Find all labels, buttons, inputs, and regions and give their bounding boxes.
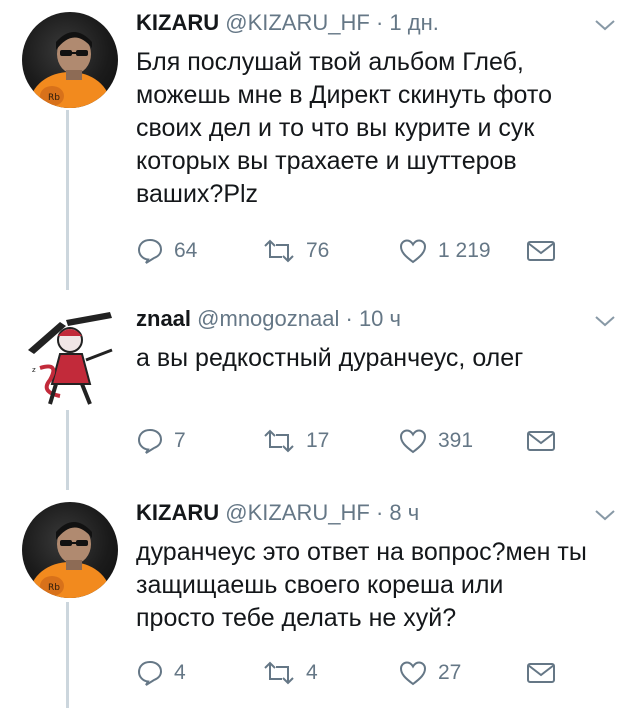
tweet-text-line: ваших?Plz [136, 180, 259, 208]
svg-text:z: z [32, 366, 36, 374]
user-handle[interactable]: @mnogoznaal [197, 306, 339, 331]
chevron-down-icon[interactable] [594, 314, 616, 328]
reply-count: 64 [174, 239, 198, 262]
retweet-icon [264, 429, 294, 453]
like-count: 1 219 [438, 239, 491, 262]
tweet-header: KIZARU @KIZARU_HF · 1 дн. [136, 10, 439, 36]
display-name[interactable]: znaal [136, 306, 191, 331]
tweet-text-line: можешь мне в Директ скинуть фото [136, 81, 552, 109]
reply-button[interactable]: 64 [136, 236, 197, 266]
tweet[interactable]: z znaal @mnogoznaal · 10 ч а вы редкостн… [0, 304, 640, 474]
retweet-button[interactable]: 76 [262, 236, 329, 266]
reply-button[interactable]: 7 [136, 426, 186, 456]
tweet-header: KIZARU @KIZARU_HF · 8 ч [136, 500, 419, 526]
separator: · [345, 306, 353, 331]
svg-text:Rb: Rb [48, 93, 60, 103]
retweet-count: 17 [306, 429, 330, 452]
tweet-text-line: просто тебе делать не хуй? [136, 604, 457, 632]
retweet-icon [264, 239, 294, 263]
like-count: 27 [438, 661, 462, 684]
like-count: 391 [438, 429, 474, 452]
timestamp[interactable]: 8 ч [389, 500, 419, 525]
tweet-text-line: защищаешь своего кореша или [136, 571, 504, 599]
tweet-text-line: своих дел и то что вы курите и сук [136, 114, 535, 142]
reply-icon [137, 428, 163, 454]
tweet-text: дуранчеус это ответ на вопрос?мен ты защ… [136, 536, 587, 635]
user-handle[interactable]: @KIZARU_HF [225, 500, 370, 525]
heart-icon [399, 239, 427, 264]
like-button[interactable]: 391 [398, 426, 473, 456]
svg-text:Rb: Rb [48, 583, 60, 593]
envelope-icon [527, 431, 555, 451]
reply-count: 7 [174, 429, 186, 452]
tweet-actions: 7 17 391 [136, 426, 576, 456]
tweet[interactable]: Rb KIZARU @KIZARU_HF · 8 ч дуранчеус это… [0, 498, 640, 704]
direct-message-button[interactable] [526, 658, 556, 688]
avatar[interactable]: z [20, 310, 120, 410]
heart-icon [399, 661, 427, 686]
tweet-text: а вы редкостный дуранчеус, олег [136, 342, 523, 375]
retweet-count: 76 [306, 239, 330, 262]
direct-message-button[interactable] [526, 426, 556, 456]
like-button[interactable]: 1 219 [398, 236, 491, 266]
tweet-text-line: а вы редкостный дуранчеус, олег [136, 344, 524, 372]
timestamp[interactable]: 10 ч [359, 306, 401, 331]
retweet-icon [264, 661, 294, 685]
separator: · [375, 10, 384, 35]
reply-count: 4 [174, 661, 186, 684]
reply-button[interactable]: 4 [136, 658, 186, 688]
retweet-count: 4 [306, 661, 318, 684]
retweet-button[interactable]: 4 [262, 658, 318, 688]
avatar[interactable]: Rb [22, 502, 118, 598]
separator: · [375, 500, 384, 525]
tweet-actions: 4 4 27 [136, 658, 576, 688]
tweet-actions: 64 76 1 219 [136, 236, 576, 266]
kizaru-avatar-image: Rb [30, 522, 110, 598]
display-name[interactable]: KIZARU [136, 500, 219, 525]
user-handle[interactable]: @KIZARU_HF [225, 10, 370, 35]
znaal-avatar-image: z [28, 312, 113, 405]
chevron-down-icon[interactable] [594, 508, 616, 522]
avatar[interactable]: Rb [22, 12, 118, 108]
display-name[interactable]: KIZARU [136, 10, 219, 35]
tweet-text: Бля послушай твой альбом Глеб, можешь мн… [136, 46, 552, 211]
envelope-icon [527, 241, 555, 261]
kizaru-avatar-image: Rb [30, 32, 110, 108]
retweet-button[interactable]: 17 [262, 426, 329, 456]
reply-icon [137, 238, 163, 264]
reply-icon [137, 660, 163, 686]
like-button[interactable]: 27 [398, 658, 461, 688]
tweet-text-line: Бля послушай твой альбом Глеб, [136, 48, 524, 76]
tweet-header: znaal @mnogoznaal · 10 ч [136, 306, 401, 332]
timestamp[interactable]: 1 дн. [389, 10, 438, 35]
conversation-thread: Rb KIZARU @KIZARU_HF · 1 дн. Бля послуша… [0, 0, 640, 708]
envelope-icon [527, 663, 555, 683]
direct-message-button[interactable] [526, 236, 556, 266]
tweet[interactable]: Rb KIZARU @KIZARU_HF · 1 дн. Бля послуша… [0, 8, 640, 278]
heart-icon [399, 429, 427, 454]
chevron-down-icon[interactable] [594, 18, 616, 32]
tweet-text-line: которых вы трахаете и шуттеров [136, 147, 517, 175]
tweet-text-line: дуранчеус это ответ на вопрос?мен ты [136, 538, 587, 566]
